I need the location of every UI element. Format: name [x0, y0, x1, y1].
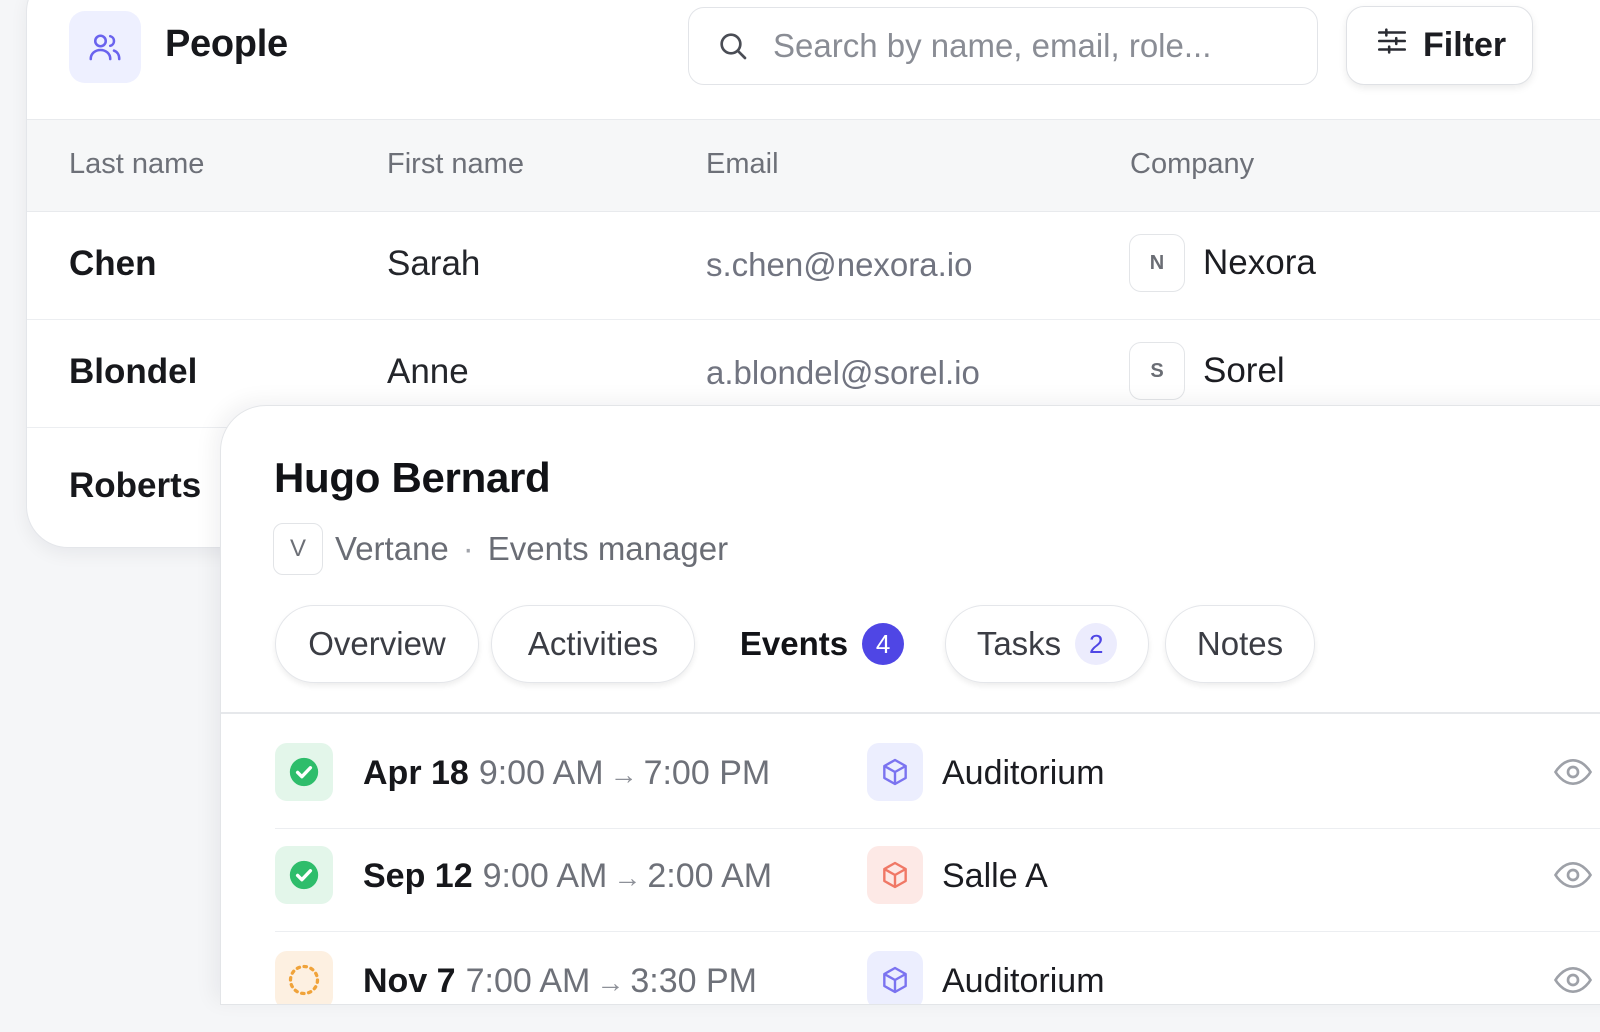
event-date: Sep 12 [363, 857, 473, 895]
cell-company: N Nexora [1129, 234, 1316, 292]
company-logo: V [273, 523, 323, 575]
arrow-right-icon: → [596, 967, 625, 998]
venue-cube-icon [867, 951, 923, 1004]
event-row[interactable]: Apr 18 9:00 AM → 7:00 PM Auditorium [275, 726, 1600, 829]
event-end: 3:30 PM [630, 962, 757, 1000]
tab-label: Notes [1196, 625, 1284, 662]
person-role: Events manager [487, 530, 729, 567]
search-field[interactable] [688, 7, 1318, 85]
tab-label: Activities [527, 625, 659, 662]
tasks-count-badge: 2 [1075, 623, 1118, 665]
person-company[interactable]: Vertane [335, 530, 449, 568]
event-start: 9:00 AM [478, 754, 604, 792]
sliders-icon [1375, 24, 1409, 67]
event-time: Nov 7 7:00 AM → 3:30 PM [363, 962, 757, 1001]
tab-label: Tasks [976, 625, 1062, 662]
people-icon [69, 11, 141, 83]
events-count-badge: 4 [862, 623, 905, 665]
tab-tasks[interactable]: Tasks 2 [945, 605, 1149, 683]
divider [221, 712, 1600, 714]
event-date: Nov 7 [363, 962, 456, 1000]
event-time: Sep 12 9:00 AM → 2:00 AM [363, 857, 772, 896]
search-icon [715, 28, 751, 64]
event-start: 7:00 AM [465, 962, 591, 1000]
cell-first-name: Anne [387, 352, 469, 391]
cell-last-name: Chen [69, 244, 157, 283]
filter-button[interactable]: Filter [1346, 6, 1533, 85]
cell-email[interactable]: s.chen@nexora.io [706, 246, 972, 284]
status-complete-icon [275, 743, 333, 801]
event-start: 9:00 AM [482, 857, 608, 895]
event-venue[interactable]: Auditorium [942, 754, 1105, 793]
tab-overview[interactable]: Overview [275, 605, 479, 683]
page-title: People [165, 23, 288, 65]
venue-cube-icon [867, 846, 923, 904]
cell-last-name: Blondel [69, 352, 198, 391]
tab-events[interactable]: Events 4 [715, 605, 929, 683]
person-detail-panel: Hugo Bernard V Vertane · Events manager … [220, 405, 1600, 1005]
company-logo: N [1129, 234, 1185, 292]
event-row[interactable]: Sep 12 9:00 AM → 2:00 AM Salle A [275, 829, 1600, 932]
event-row[interactable]: Nov 7 7:00 AM → 3:30 PM Auditorium [275, 934, 1600, 1004]
eye-icon[interactable] [1551, 752, 1595, 797]
separator-dot: · [462, 530, 474, 567]
status-complete-icon [275, 846, 333, 904]
column-header-company[interactable]: Company [1130, 148, 1254, 181]
tab-activities[interactable]: Activities [491, 605, 695, 683]
table-row[interactable]: Chen Sarah s.chen@nexora.io N Nexora [27, 212, 1600, 320]
cell-last-name: Roberts [69, 466, 202, 505]
people-header: People Filter [27, 1, 1600, 91]
tab-notes[interactable]: Notes [1165, 605, 1315, 683]
arrow-right-icon: → [613, 862, 642, 893]
cell-email[interactable]: a.blondel@sorel.io [706, 354, 980, 392]
event-time: Apr 18 9:00 AM → 7:00 PM [363, 754, 770, 793]
person-subtitle: V Vertane · Events manager [273, 523, 728, 575]
table-header: Last name First name Email Company [27, 119, 1600, 212]
company-name: Sorel [1203, 351, 1285, 390]
event-end: 2:00 AM [647, 857, 773, 895]
event-venue[interactable]: Auditorium [942, 962, 1105, 1001]
cell-first-name: Sarah [387, 244, 481, 283]
tab-label: Events [739, 625, 849, 662]
venue-cube-icon [867, 743, 923, 801]
column-header-email[interactable]: Email [706, 148, 779, 181]
event-venue[interactable]: Salle A [942, 857, 1048, 896]
column-header-last-name[interactable]: Last name [69, 148, 204, 181]
event-end: 7:00 PM [643, 754, 771, 792]
company-name: Nexora [1203, 243, 1316, 282]
event-date: Apr 18 [363, 754, 469, 792]
cell-company: S Sorel [1129, 342, 1285, 400]
eye-icon[interactable] [1551, 960, 1595, 1004]
eye-icon[interactable] [1551, 855, 1595, 900]
status-pending-icon [275, 951, 333, 1004]
person-name: Hugo Bernard [274, 454, 551, 501]
company-logo: S [1129, 342, 1185, 400]
tab-label: Overview [308, 625, 446, 662]
filter-label: Filter [1423, 26, 1507, 64]
arrow-right-icon: → [609, 759, 638, 790]
search-input[interactable] [773, 27, 1293, 65]
column-header-first-name[interactable]: First name [387, 148, 524, 181]
